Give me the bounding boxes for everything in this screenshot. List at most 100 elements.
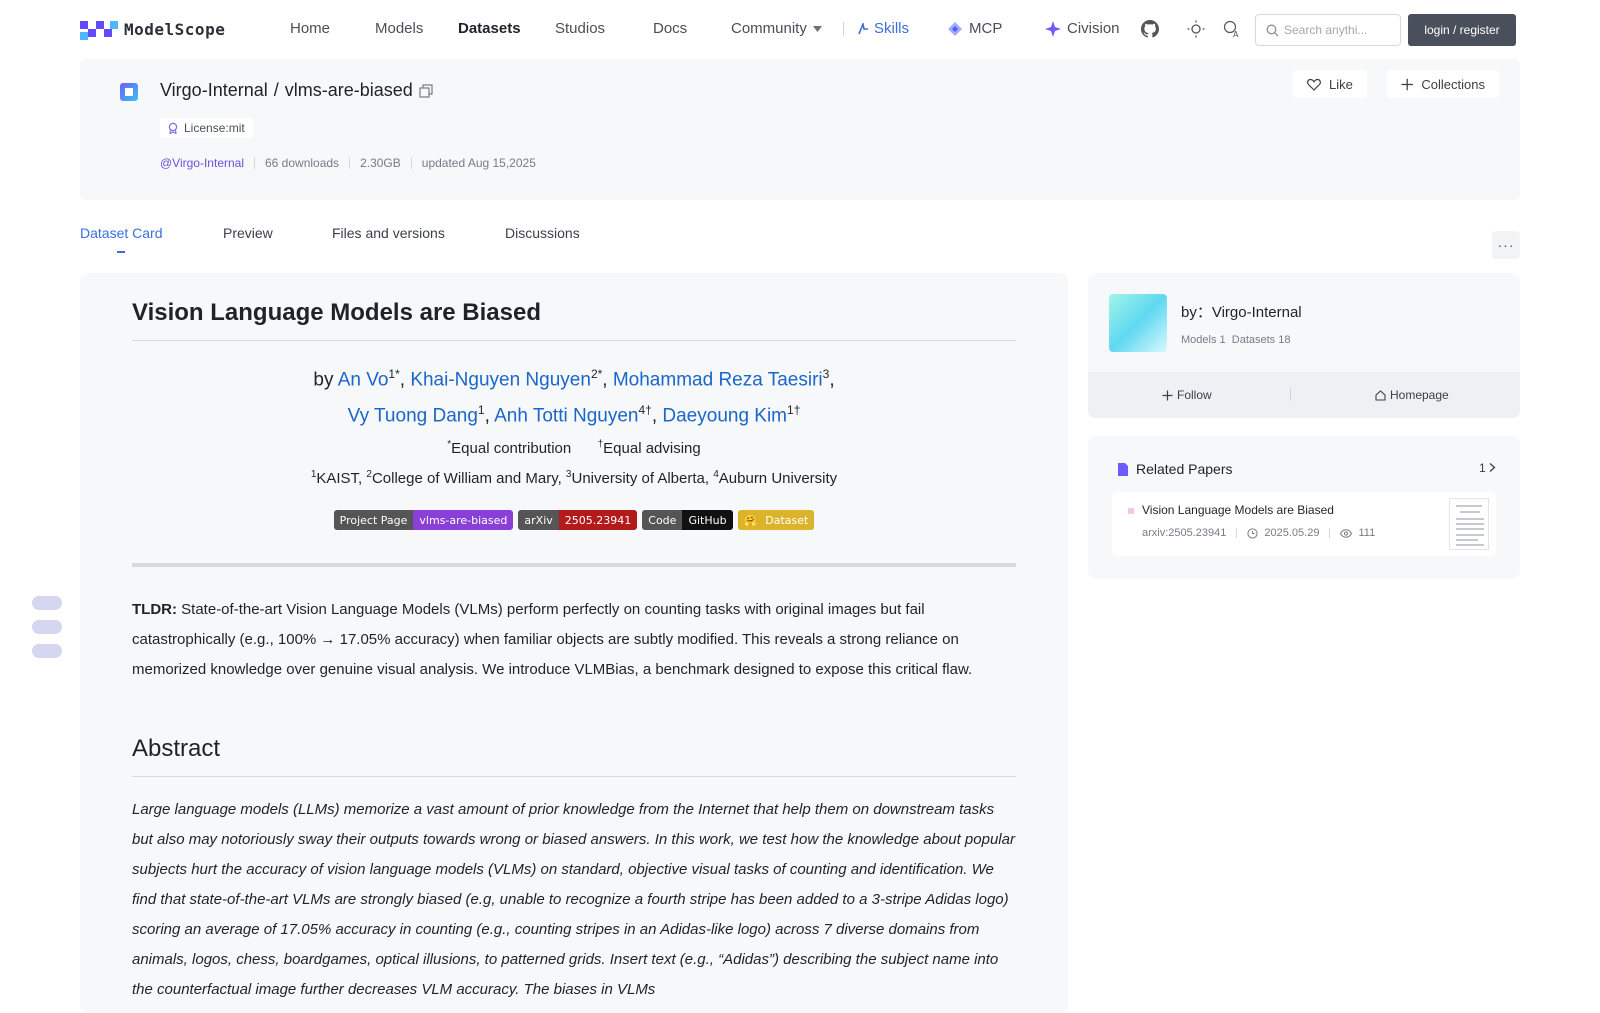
abstract-divider: [132, 776, 1016, 777]
paper-list-item[interactable]: Vision Language Models are Biased arxiv:…: [1112, 492, 1496, 556]
owner-actions-divider: [1290, 388, 1291, 401]
equal-advising-note: Equal advising: [603, 440, 701, 457]
papers-count-value: 1: [1478, 461, 1486, 475]
sparkle-icon: [1045, 20, 1061, 37]
follow-label: Follow: [1177, 388, 1212, 402]
theme-toggle-icon[interactable]: [1185, 18, 1207, 40]
nav-studios[interactable]: Studios: [555, 20, 605, 37]
project-page-badge[interactable]: Project Page vlms-are-biased: [333, 510, 514, 530]
eye-icon: [1340, 528, 1353, 538]
author-link[interactable]: Daeyoung Kim: [662, 406, 787, 427]
search-icon: [1266, 24, 1279, 37]
affiliation: Auburn University: [718, 470, 838, 487]
paper-icon: [1118, 462, 1128, 476]
repo-owner[interactable]: Virgo-Internal: [160, 80, 268, 101]
paper-title[interactable]: Vision Language Models are Biased: [1142, 503, 1334, 517]
nav-models[interactable]: Models: [375, 20, 423, 37]
homepage-button[interactable]: Homepage: [1375, 388, 1449, 402]
meta-divider: [1236, 528, 1238, 538]
nav-datasets[interactable]: Datasets: [458, 20, 521, 37]
like-label: Like: [1329, 76, 1353, 92]
section-divider: [132, 563, 1016, 567]
follow-button[interactable]: Follow: [1162, 388, 1212, 402]
language-switch-icon[interactable]: A: [1221, 18, 1243, 40]
heart-icon: [1307, 78, 1321, 91]
arxiv-badge[interactable]: arXiv 2505.23941: [518, 510, 638, 530]
tab-preview[interactable]: Preview: [223, 225, 273, 241]
owner-datasets-count: Datasets 18: [1231, 334, 1291, 346]
author-link[interactable]: An Vo: [338, 369, 389, 390]
plus-icon: [1401, 78, 1413, 90]
badge-value: GitHub: [682, 510, 733, 530]
handle-bar: [32, 644, 62, 658]
badge-label: Project Page: [333, 510, 414, 530]
related-papers-count[interactable]: 1: [1479, 461, 1496, 475]
clock-icon: [1247, 527, 1259, 539]
dataset-header-card: Virgo-Internal / vlms-are-biased License…: [80, 59, 1520, 200]
outline-toggle-handle[interactable]: [32, 596, 62, 668]
handle-bar: [32, 620, 62, 634]
related-papers-header: Related Papers: [1118, 461, 1233, 477]
owner-name[interactable]: by：Virgo-Internal: [1181, 301, 1302, 322]
paper-thumbnail[interactable]: [1449, 498, 1489, 550]
nav-civision[interactable]: Civision: [1045, 20, 1120, 37]
nav-skills-label: Skills: [874, 20, 910, 37]
login-register-button[interactable]: login / register: [1408, 14, 1516, 46]
nav-home[interactable]: Home: [290, 20, 330, 37]
nav-skills[interactable]: Skills: [857, 20, 909, 37]
badge-label: Code: [642, 510, 683, 530]
owner-link[interactable]: @Virgo-Internal: [160, 156, 244, 170]
author-link[interactable]: Khai-Nguyen Nguyen: [410, 369, 591, 390]
nav-community[interactable]: Community: [731, 20, 822, 37]
collections-button[interactable]: Collections: [1387, 70, 1499, 98]
nav-docs[interactable]: Docs: [653, 20, 687, 37]
tab-discussions[interactable]: Discussions: [505, 225, 580, 241]
badge-value: Dataset: [759, 510, 815, 530]
meta-divider: [410, 157, 412, 169]
copy-icon[interactable]: [419, 83, 433, 98]
caret-down-icon: [812, 25, 822, 32]
affiliation: KAIST,: [316, 470, 367, 487]
paper-arxiv-id: arxiv:2505.23941: [1142, 527, 1227, 539]
nav-mcp[interactable]: MCP: [947, 20, 1002, 37]
badge-value: 2505.23941: [558, 510, 638, 530]
author-separator: ,: [484, 405, 495, 427]
author-link[interactable]: Vy Tuong Dang: [348, 406, 478, 427]
home-icon: [1375, 389, 1386, 401]
modelscope-logo[interactable]: ModelScope: [80, 18, 225, 40]
tab-dataset-card[interactable]: Dataset Card: [80, 225, 162, 241]
author-superscript: 1†: [787, 403, 801, 418]
author-link[interactable]: Mohammad Reza Taesiri: [613, 369, 823, 390]
badge-label: arXiv: [518, 510, 559, 530]
license-tag[interactable]: License:mit: [160, 118, 253, 138]
readme-title: Vision Language Models are Biased: [132, 299, 542, 326]
repo-separator: /: [273, 80, 279, 100]
like-button[interactable]: Like: [1293, 70, 1367, 98]
brand-name: ModelScope: [124, 19, 226, 39]
by-label: by: [313, 369, 338, 391]
tab-files-and-versions[interactable]: Files and versions: [332, 225, 445, 241]
huggingface-dataset-badge[interactable]: 🤗 Dataset: [737, 510, 815, 530]
author-link[interactable]: Anh Totti Nguyen: [494, 406, 638, 427]
github-badge[interactable]: Code GitHub: [642, 510, 733, 530]
collections-label: Collections: [1421, 76, 1485, 92]
meta-divider: [1329, 528, 1331, 538]
more-options-button[interactable]: ···: [1492, 231, 1520, 259]
search-input[interactable]: Search anythi...: [1255, 14, 1401, 46]
github-icon[interactable]: [1139, 18, 1161, 40]
search-placeholder: Search anythi...: [1284, 23, 1368, 37]
license-label: License:mit: [184, 121, 245, 135]
abstract-heading: Abstract: [132, 735, 221, 762]
owner-avatar[interactable]: [1109, 294, 1167, 352]
nav-civision-label: Civision: [1067, 20, 1120, 37]
related-papers-title: Related Papers: [1136, 461, 1233, 477]
tldr-paragraph: TLDR: State-of-the-art Vision Language M…: [132, 595, 1016, 685]
dataset-meta: @Virgo-Internal 66 downloads 2.30GB upda…: [160, 156, 536, 170]
affiliation: University of Alberta,: [571, 470, 714, 487]
updated-date: updated Aug 15,2025: [421, 156, 536, 170]
author-superscript: 2*: [590, 367, 603, 381]
paper-meta: arxiv:2505.23941 2025.05.29 111: [1142, 527, 1375, 539]
author-superscript: 4†: [638, 403, 652, 418]
contribution-notes: *Equal contribution †Equal advising: [132, 439, 1016, 457]
author-superscript: 1*: [388, 367, 400, 381]
